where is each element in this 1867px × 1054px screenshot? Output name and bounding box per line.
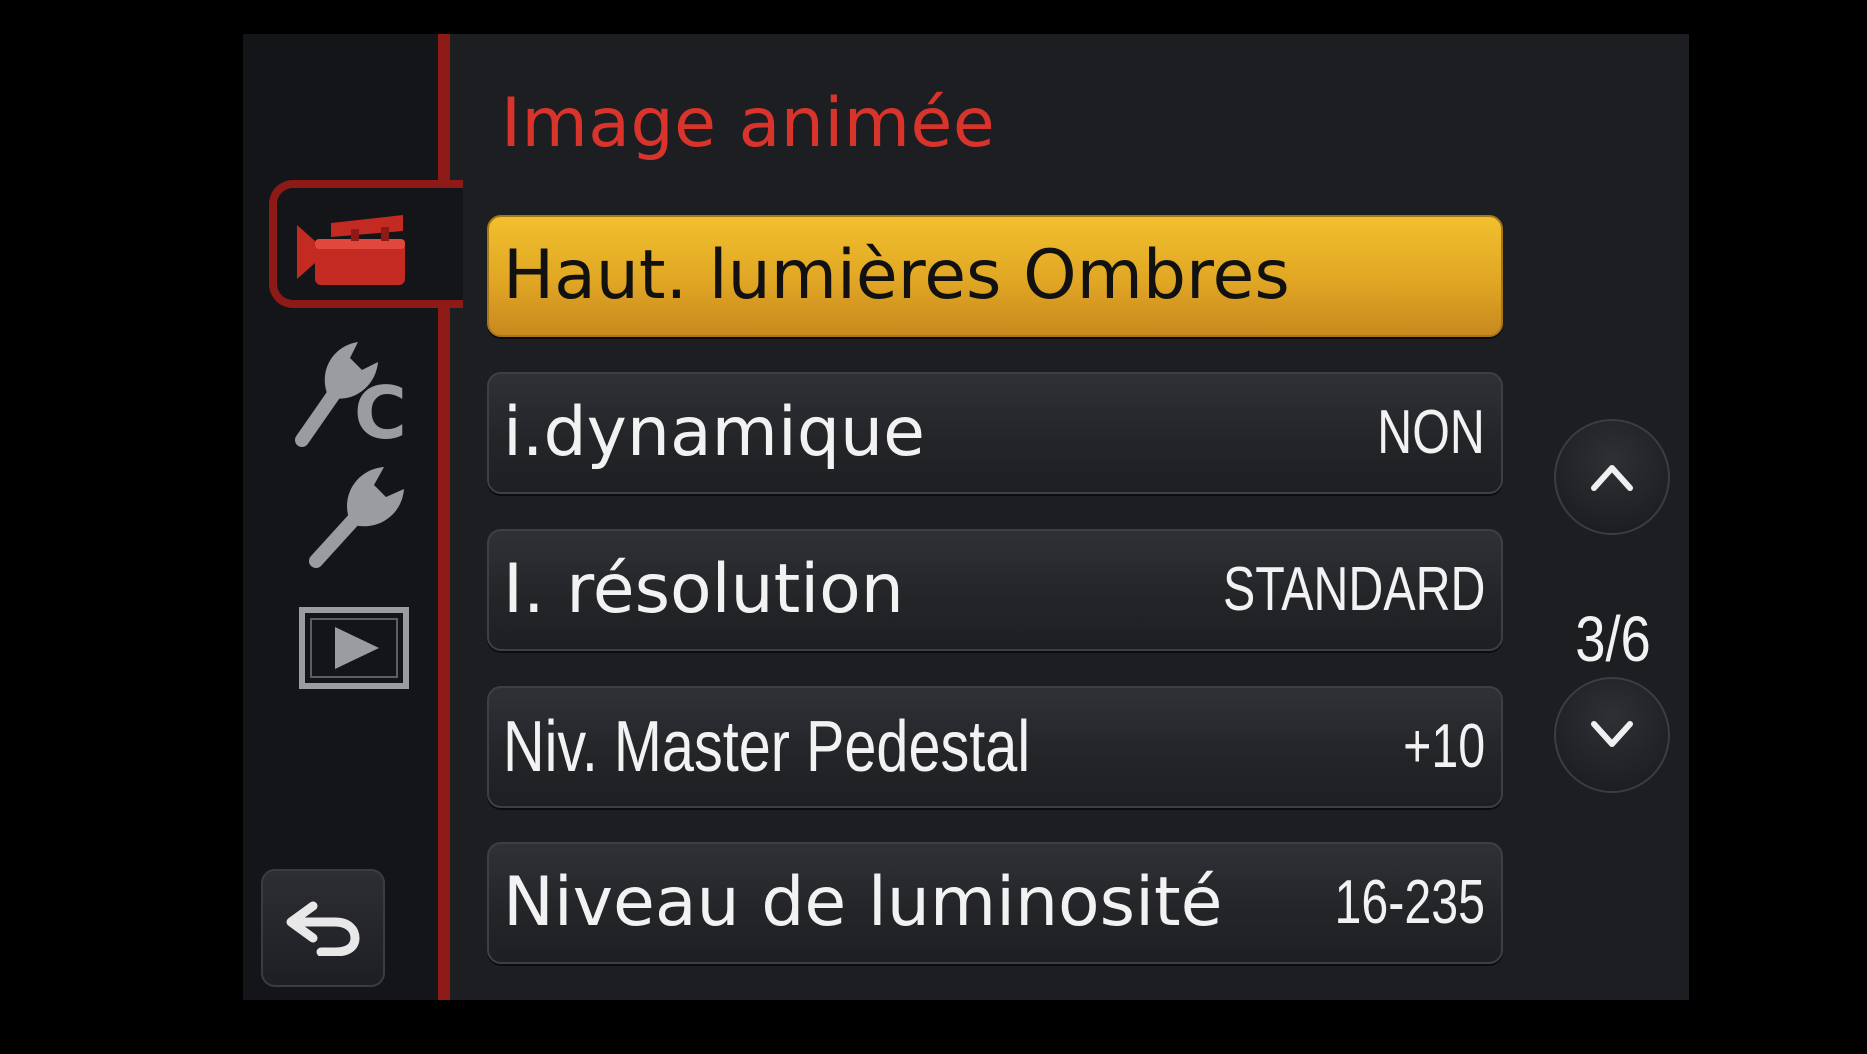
menu-item-i-dynamic[interactable]: i.dynamique NON [487,372,1503,494]
menu-item-label: i.dynamique [503,393,925,472]
menu-item-value: NON [1377,398,1485,467]
chevron-up-icon [1591,465,1633,491]
menu-item-value: STANDARD [1222,555,1485,624]
menu-title: Image animée [501,84,996,163]
tab-custom[interactable]: C [287,330,417,450]
return-arrow-icon [286,901,360,956]
menu-item-luminance-level[interactable]: Niveau de luminosité 16-235 [487,842,1503,964]
custom-wrench-icon: C [295,342,407,448]
movie-camera-icon [297,215,405,285]
menu-item-value: 16-235 [1334,868,1485,937]
menu-item-label: I. résolution [503,550,904,629]
chevron-down-icon [1591,721,1633,747]
playback-icon [299,607,409,689]
tab-movie[interactable] [293,206,409,296]
menu-item-value: +10 [1402,712,1485,781]
menu-item-label: Haut. lumières Ombres [503,236,1290,315]
menu-item-i-resolution[interactable]: I. résolution STANDARD [487,529,1503,651]
page-indicator: 3/6 [1575,603,1651,675]
svg-text:C: C [354,371,407,448]
tab-playback[interactable] [299,606,409,690]
camera-menu-screen: C Image animée Haut. lumières Ombres i.d… [243,34,1689,1000]
menu-item-label: Niv. Master Pedestal [503,707,1031,787]
page-up-button[interactable] [1554,419,1670,535]
active-tab-rail [438,34,450,1000]
page-down-button[interactable] [1554,677,1670,793]
tab-setup[interactable] [303,460,413,570]
menu-item-label: Niveau de luminosité [503,863,1223,942]
wrench-icon [309,467,404,568]
back-button[interactable] [261,869,385,987]
menu-item-master-pedestal[interactable]: Niv. Master Pedestal +10 [487,686,1503,808]
menu-item-highlight-shadow[interactable]: Haut. lumières Ombres [487,215,1503,337]
